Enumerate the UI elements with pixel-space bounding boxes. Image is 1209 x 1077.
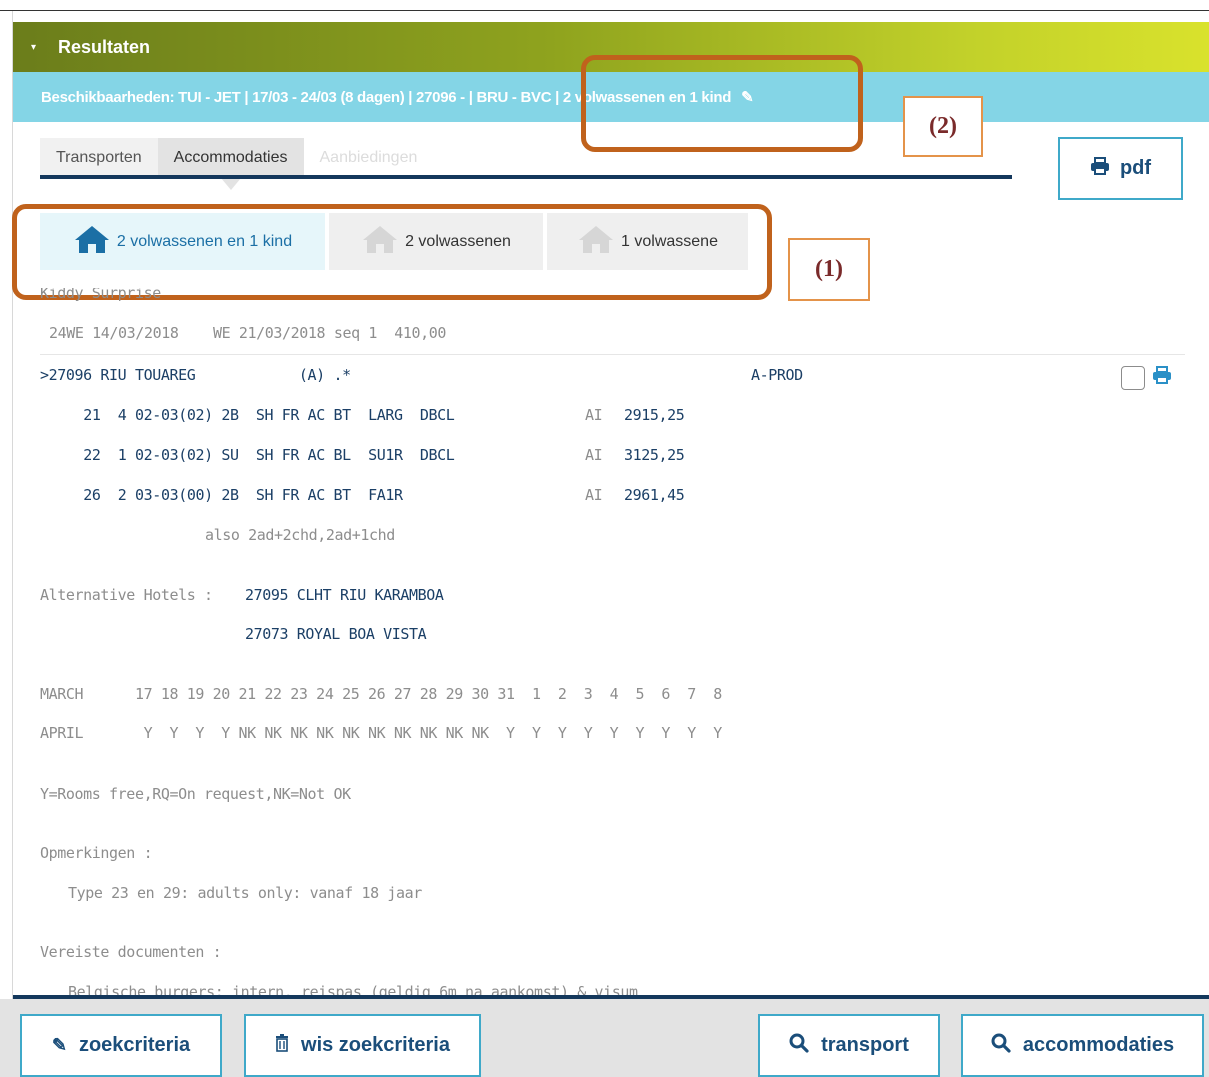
button-label: zoekcriteria — [78, 1034, 191, 1056]
printer-icon — [1090, 157, 1110, 180]
room-line-price: 2915,25 — [624, 406, 685, 424]
transport-search-button[interactable]: transport — [758, 1014, 940, 1077]
also-note: also 2ad+2chd,2ad+1chd — [205, 526, 395, 544]
frame-border — [12, 11, 13, 1001]
room-line-board: AI — [585, 406, 603, 424]
room-line-code: 22 1 02-03(02) SU SH FR AC BL SU1R DBCL — [66, 446, 455, 464]
docs-label: Vereiste documenten : — [40, 943, 222, 961]
alt-hotels-label: Alternative Hotels : — [40, 586, 213, 604]
button-label: wis zoekcriteria — [301, 1034, 450, 1056]
room-line-price: 3125,25 — [624, 446, 685, 464]
button-label: transport — [821, 1034, 909, 1056]
period-line: 24WE 14/03/2018 WE 21/03/2018 seq 1 410,… — [49, 324, 447, 342]
trash-icon — [275, 1034, 289, 1057]
pdf-label: pdf — [1119, 157, 1152, 179]
chevron-down-icon[interactable]: ▾ — [31, 42, 36, 53]
room-line-code: 26 2 03-03(00) 2B SH FR AC BT FA1R — [66, 486, 403, 504]
room-line-code: 21 4 02-03(02) 2B SH FR AC BT LARG DBCL — [66, 406, 455, 424]
result-tabs: Transporten Accommodaties Aanbiedingen — [40, 138, 433, 190]
select-checkbox[interactable] — [1121, 366, 1145, 390]
annotation-label-1: (1) — [788, 238, 870, 301]
divider — [40, 354, 1185, 355]
annotation-box-2 — [581, 55, 863, 152]
legend: Y=Rooms free,RQ=On request,NK=Not OK — [40, 785, 351, 803]
printer-icon[interactable] — [1152, 366, 1172, 389]
tab-aanbiedingen: Aanbiedingen — [319, 149, 418, 166]
tab-accommodaties[interactable]: Accommodaties — [157, 138, 304, 190]
room-line-price: 2961,45 — [624, 486, 685, 504]
annotation-box-1 — [12, 204, 772, 300]
alt-hotel: 27073 ROYAL BOA VISTA — [245, 625, 427, 643]
remarks-label: Opmerkingen : — [40, 844, 153, 862]
search-icon — [789, 1033, 809, 1058]
remarks-text: Type 23 en 29: adults only: vanaf 18 jaa… — [68, 884, 422, 902]
results-title: Resultaten — [58, 36, 151, 57]
pdf-button[interactable]: pdf — [1058, 137, 1183, 200]
search-icon — [991, 1033, 1011, 1058]
calendar-status: APRIL Y Y Y Y NK NK NK NK NK NK NK NK NK… — [40, 724, 722, 742]
button-label: accommodaties — [1022, 1034, 1175, 1056]
alt-hotel: 27095 CLHT RIU KARAMBOA — [245, 586, 444, 604]
tab-transporten[interactable]: Transporten — [40, 138, 158, 178]
hotel-line: >27096 RIU TOUAREG (A) .* — [40, 366, 351, 384]
room-line-board: AI — [585, 446, 603, 464]
annotation-label-2: (2) — [903, 96, 983, 157]
room-line-board: AI — [585, 486, 603, 504]
top-border — [0, 10, 1209, 11]
prod-code: A-PROD — [751, 366, 803, 384]
calendar-days: MARCH 17 18 19 20 21 22 23 24 25 26 27 2… — [40, 685, 722, 703]
wis-zoekcriteria-button[interactable]: wis zoekcriteria — [244, 1014, 481, 1077]
accommodaties-search-button[interactable]: accommodaties — [961, 1014, 1204, 1077]
pencil-icon: ✎ — [51, 1035, 67, 1055]
tabs-underline — [40, 175, 1012, 179]
zoekcriteria-button[interactable]: ✎ zoekcriteria — [20, 1014, 222, 1077]
